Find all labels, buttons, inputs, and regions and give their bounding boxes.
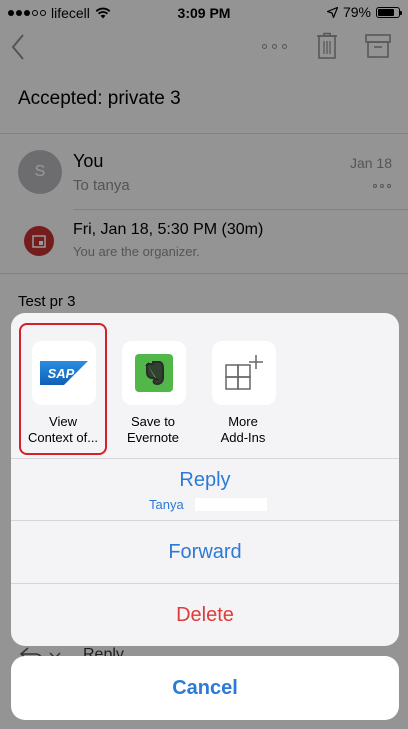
delete-label: Delete xyxy=(176,604,234,626)
cancel-button[interactable]: Cancel xyxy=(11,656,399,720)
forward-label: Forward xyxy=(168,541,242,563)
addin-more[interactable]: More Add-Ins xyxy=(199,313,287,458)
reply-label: Reply xyxy=(179,469,231,491)
redacted-block xyxy=(195,498,267,511)
addins-row: SAP ViewContext of... Save toEvernote xyxy=(11,313,399,458)
addin-label: More Add-Ins xyxy=(220,414,266,445)
highlight-box xyxy=(19,323,107,455)
reply-recipient: Tanya xyxy=(149,497,184,512)
add-ins-grid-icon xyxy=(212,341,276,405)
delete-button[interactable]: Delete xyxy=(11,583,399,646)
forward-button[interactable]: Forward xyxy=(11,520,399,583)
addin-label: Save to Evernote xyxy=(126,414,180,445)
addin-evernote[interactable]: Save to Evernote xyxy=(109,313,197,458)
action-sheet: SAP ViewContext of... Save toEvernote xyxy=(11,313,399,646)
cancel-label: Cancel xyxy=(172,677,238,699)
evernote-icon xyxy=(122,341,186,405)
reply-button[interactable]: Reply Tanya xyxy=(11,458,399,520)
